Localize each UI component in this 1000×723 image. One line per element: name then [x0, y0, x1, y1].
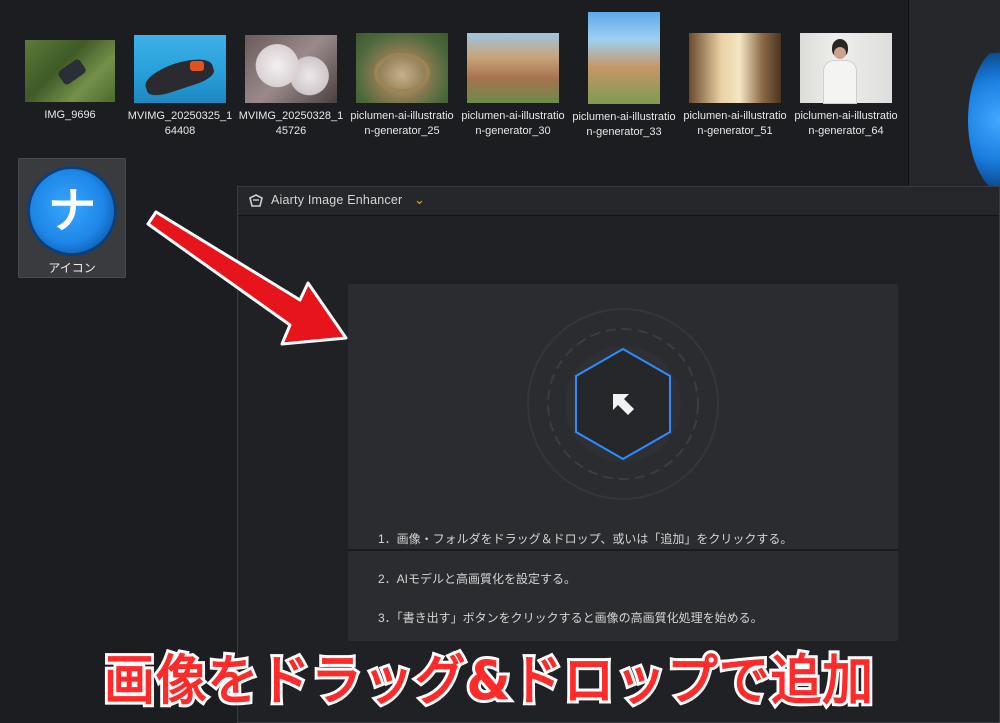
upload-arrow-icon — [613, 394, 634, 415]
instruction-step-2: 2．AIモデルと高画質化を設定する。 — [378, 572, 577, 586]
image-thumbnail — [588, 12, 660, 104]
image-thumbnail — [689, 33, 781, 103]
drop-panel[interactable]: 1．画像・フォルダをドラッグ＆ドロップ、或いは「追加」をクリックする。 2．AI… — [348, 284, 898, 641]
file-name: piclumen-ai-illustration-generator_33 — [572, 111, 676, 138]
file-name: piclumen-ai-illustration-generator_51 — [683, 110, 787, 137]
annotation-caption: 画像をドラッグ&ドロップで追加 — [101, 646, 876, 714]
image-thumbnail — [467, 33, 559, 103]
file-item[interactable]: piclumen-ai-illustration-generator_51 — [679, 33, 791, 139]
instruction-step-3: 3．「書き出す」ボタンをクリックすると画像の高画質化処理を始める。 — [378, 611, 763, 625]
file-item[interactable]: piclumen-ai-illustration-generator_64 — [790, 33, 902, 139]
chevron-down-icon[interactable]: ⌄ — [414, 192, 425, 208]
file-name: piclumen-ai-illustration-generator_64 — [794, 110, 898, 137]
instruction-step-1: 1．画像・フォルダをドラッグ＆ドロップ、或いは「追加」をクリックする。 — [378, 532, 793, 546]
file-item[interactable]: piclumen-ai-illustration-generator_33 — [568, 12, 680, 140]
file-name: piclumen-ai-illustration-generator_30 — [461, 110, 565, 137]
file-item[interactable]: piclumen-ai-illustration-generator_30 — [457, 33, 569, 139]
divider — [348, 549, 898, 551]
annotation-arrow-icon — [146, 210, 348, 346]
drop-zone[interactable] — [348, 284, 898, 546]
annotation-caption-text: 画像をドラッグ&ドロップで追加 — [104, 649, 874, 712]
image-thumbnail — [800, 33, 892, 103]
